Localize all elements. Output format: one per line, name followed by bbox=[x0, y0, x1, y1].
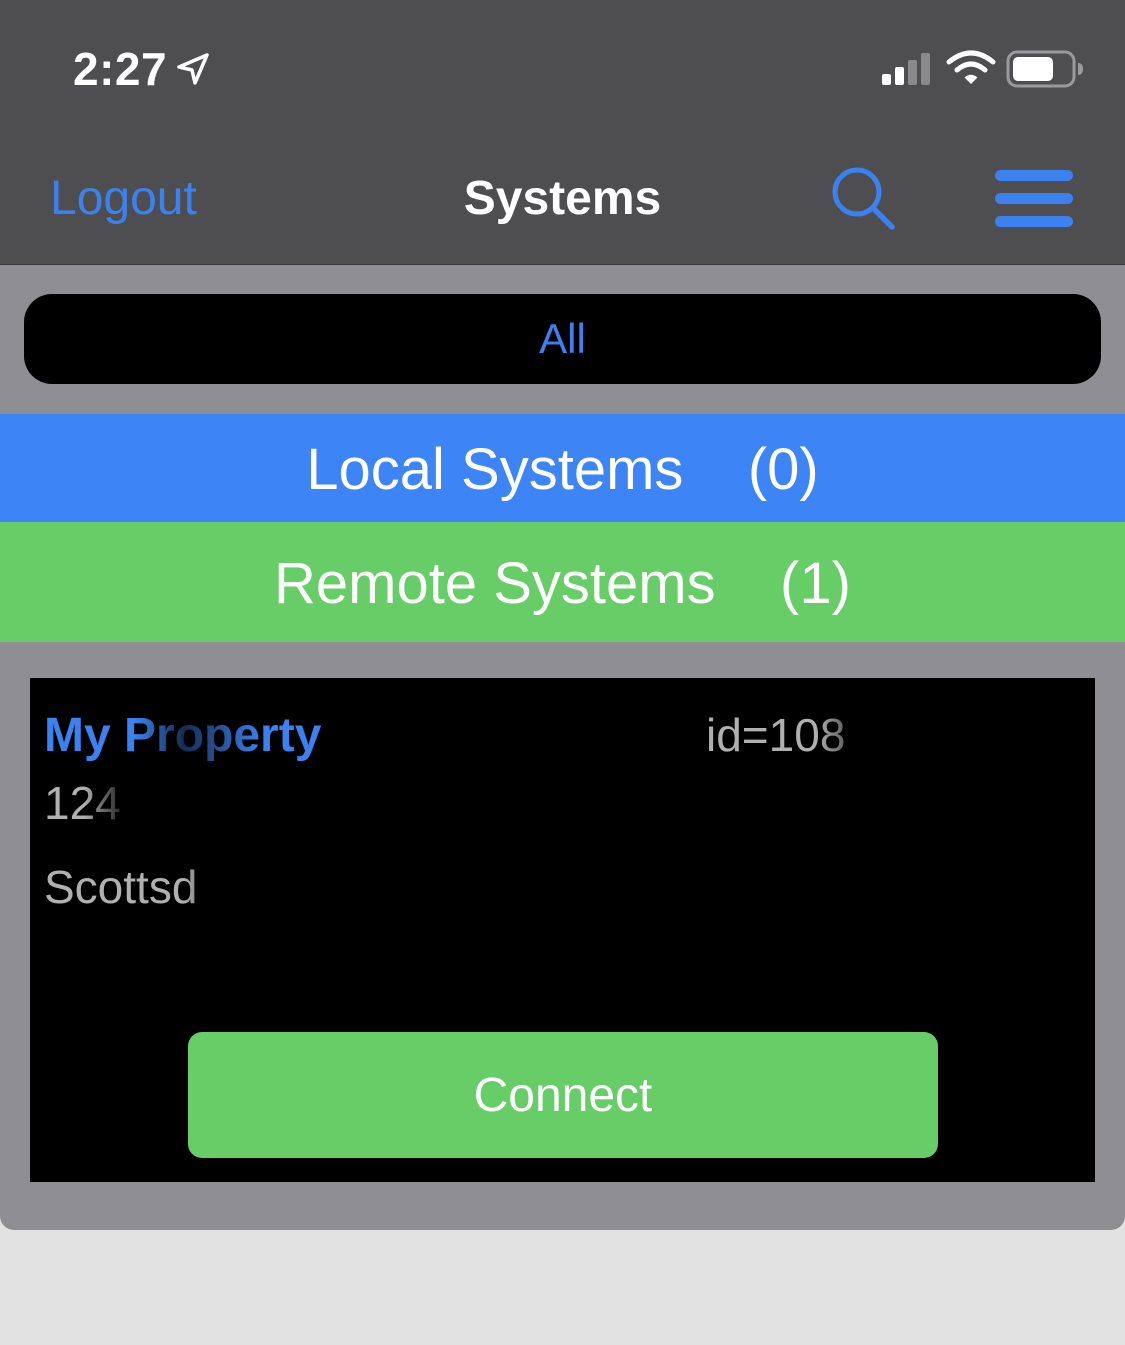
system-card: My Property id=108 124 Scottsd Connect bbox=[30, 678, 1095, 1182]
filter-all-button[interactable]: All bbox=[24, 294, 1101, 384]
wifi-icon bbox=[946, 50, 996, 84]
system-name: My Property bbox=[44, 709, 322, 762]
filter-bar: All bbox=[0, 265, 1125, 414]
location-arrow-icon bbox=[177, 53, 209, 85]
battery-icon bbox=[1006, 50, 1083, 88]
search-icon[interactable] bbox=[830, 165, 896, 231]
system-city: Scottsd bbox=[44, 861, 198, 913]
nav-bar: Logout Systems bbox=[0, 135, 1125, 265]
status-time: 2:27 bbox=[73, 43, 168, 95]
hamburger-menu-icon[interactable] bbox=[995, 170, 1073, 228]
page-title: Systems bbox=[463, 172, 662, 225]
system-id: id=108 bbox=[706, 709, 846, 761]
system-street-address: 124 bbox=[44, 777, 121, 829]
cellular-signal-icon bbox=[882, 53, 930, 85]
local-systems-header[interactable]: Local Systems (0) bbox=[0, 414, 1125, 522]
systems-list: My Property id=108 124 Scottsd Connect bbox=[0, 642, 1125, 1230]
connect-button[interactable]: Connect bbox=[188, 1032, 938, 1158]
status-bar: 2:27 bbox=[0, 0, 1125, 135]
remote-systems-header[interactable]: Remote Systems (1) bbox=[0, 522, 1125, 642]
